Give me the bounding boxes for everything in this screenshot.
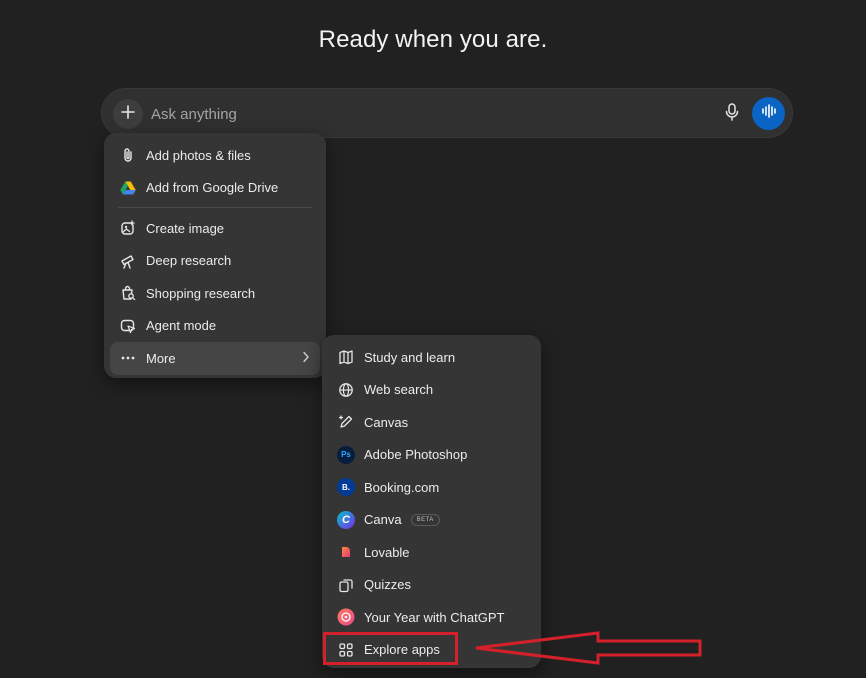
menu-item-google-drive[interactable]: Add from Google Drive bbox=[110, 172, 320, 205]
quiz-cards-icon bbox=[337, 576, 355, 594]
globe-icon bbox=[337, 381, 355, 399]
highlight-box bbox=[323, 632, 458, 665]
beta-badge: BETA bbox=[410, 513, 440, 526]
paperclip-icon bbox=[119, 146, 137, 164]
submenu-item-booking[interactable]: B. Booking.com bbox=[328, 471, 535, 504]
menu-item-label: Add photos & files bbox=[146, 147, 251, 163]
agent-cursor-icon bbox=[119, 317, 137, 335]
submenu-item-study-and-learn[interactable]: Study and learn bbox=[328, 341, 535, 374]
image-create-icon bbox=[119, 219, 137, 237]
more-dots-icon bbox=[119, 349, 137, 367]
ask-input[interactable] bbox=[149, 101, 713, 127]
year-review-icon bbox=[337, 608, 355, 626]
shopping-search-icon bbox=[119, 284, 137, 302]
more-submenu: Study and learn Web search Canvas Ps Ado… bbox=[322, 335, 541, 668]
voice-mode-button[interactable] bbox=[752, 97, 785, 130]
telescope-icon bbox=[119, 252, 137, 270]
submenu-item-label: Quizzes bbox=[364, 577, 411, 593]
menu-item-label: Add from Google Drive bbox=[146, 180, 279, 196]
menu-item-label: Deep research bbox=[146, 253, 232, 269]
submenu-item-canvas[interactable]: Canvas bbox=[328, 406, 535, 439]
submenu-item-adobe-photoshop[interactable]: Ps Adobe Photoshop bbox=[328, 439, 535, 472]
submenu-item-label: Study and learn bbox=[364, 349, 456, 365]
lovable-heart-icon bbox=[337, 543, 355, 561]
voice-waveform-icon bbox=[761, 104, 777, 123]
submenu-item-label: Lovable bbox=[364, 544, 410, 560]
plus-icon bbox=[120, 104, 136, 125]
menu-item-deep-research[interactable]: Deep research bbox=[110, 245, 320, 278]
menu-item-agent-mode[interactable]: Agent mode bbox=[110, 310, 320, 343]
submenu-item-quizzes[interactable]: Quizzes bbox=[328, 569, 535, 602]
submenu-item-web-search[interactable]: Web search bbox=[328, 374, 535, 407]
pencil-icon bbox=[337, 413, 355, 431]
menu-item-more[interactable]: More bbox=[110, 342, 320, 375]
menu-item-label: Create image bbox=[146, 220, 225, 236]
book-icon bbox=[337, 348, 355, 366]
submenu-item-label: Canvas bbox=[364, 414, 409, 430]
add-button[interactable] bbox=[113, 99, 143, 129]
chat-composer bbox=[101, 88, 793, 138]
attach-menu: Add photos & files Add from Google Drive… bbox=[104, 133, 326, 378]
dictate-button[interactable] bbox=[720, 102, 744, 126]
google-drive-icon bbox=[119, 179, 137, 197]
canva-icon: C bbox=[337, 510, 355, 529]
submenu-item-label: Your Year with ChatGPT bbox=[364, 609, 505, 625]
menu-item-label: More bbox=[146, 350, 176, 366]
menu-item-shopping-research[interactable]: Shopping research bbox=[110, 277, 320, 310]
booking-icon: B. bbox=[337, 478, 355, 497]
photoshop-icon: Ps bbox=[337, 445, 355, 464]
annotation-arrow bbox=[470, 628, 706, 673]
microphone-icon bbox=[724, 102, 740, 126]
submenu-item-lovable[interactable]: Lovable bbox=[328, 536, 535, 569]
menu-divider bbox=[118, 207, 312, 208]
submenu-item-label: Web search bbox=[364, 382, 434, 398]
menu-item-label: Shopping research bbox=[146, 285, 256, 301]
page-headline: Ready when you are. bbox=[318, 26, 548, 53]
menu-item-add-photos[interactable]: Add photos & files bbox=[110, 139, 320, 172]
menu-item-create-image[interactable]: Create image bbox=[110, 212, 320, 245]
submenu-item-label: Booking.com bbox=[364, 479, 440, 495]
menu-item-label: Agent mode bbox=[146, 318, 217, 334]
submenu-item-canva[interactable]: C Canva BETA bbox=[328, 504, 535, 537]
submenu-item-label: Canva bbox=[364, 512, 402, 528]
chevron-right-icon bbox=[302, 351, 310, 366]
submenu-item-label: Adobe Photoshop bbox=[364, 447, 468, 463]
